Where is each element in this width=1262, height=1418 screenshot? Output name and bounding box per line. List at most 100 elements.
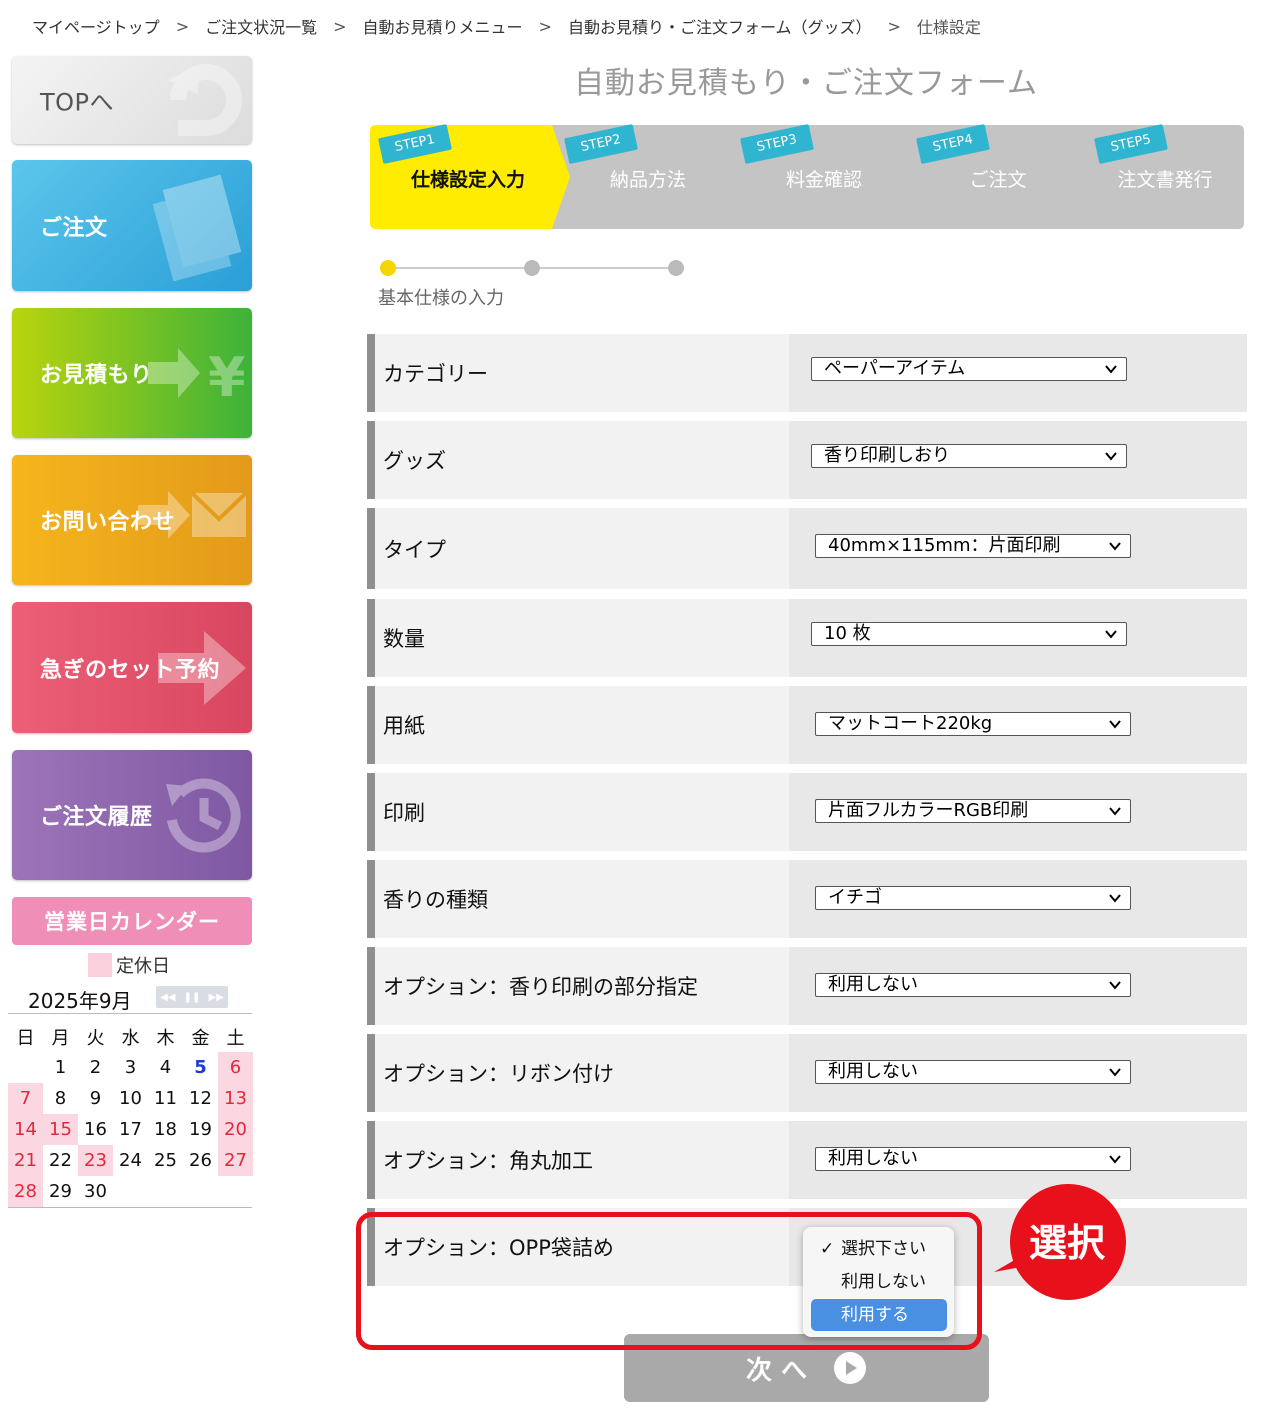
option-round-corner-select[interactable]: 利用しない [815,1147,1131,1171]
calendar-day: 23 [78,1145,113,1176]
sub-progress-dot [524,260,540,276]
step-label-order-sheet: 注文書発行 [1117,169,1213,191]
calendar-week: 14 15 16 17 18 19 20 [8,1114,253,1145]
history-clock-icon [166,778,241,853]
calendar-day: 13 [218,1083,253,1114]
printing-select-value: 片面フルカラーRGB印刷 [828,800,1029,821]
breadcrumb-separator: > [887,16,901,36]
calendar-day [8,1052,43,1083]
row-input-area: 40mm×115mm：片面印刷 [789,508,1247,589]
weekday-mon: 月 [51,1028,70,1049]
dropdown-option-label: 利用しない [841,1272,926,1292]
opp-bag-dropdown[interactable]: ✓ 選択下さい 利用しない 利用する [803,1227,954,1337]
category-select[interactable]: ペーパーアイテム [811,357,1127,381]
sidebar-top-label: TOPへ [40,88,115,117]
chevron-down-icon [1109,894,1121,903]
sidebar-contact-button[interactable]: お問い合わせ [12,455,252,585]
calendar-nav-controls[interactable]: ◀◀ ❚❚ ▶▶ [156,986,228,1008]
paper-select[interactable]: マットコート220kg [815,712,1131,736]
breadcrumb-separator: > [538,16,552,36]
printing-label: 印刷 [383,801,425,825]
calendar-day [218,1176,253,1207]
paper-label: 用紙 [383,714,425,738]
calendar-week: 1 2 3 4 5 6 [8,1052,253,1083]
calendar-day: 7 [8,1083,43,1114]
checkmark-icon: ✓ [820,1239,835,1259]
dropdown-option-use[interactable]: 利用する [811,1299,947,1331]
row-input-area: ペーパーアイテム [789,334,1247,412]
calendar-day: 27 [218,1145,253,1176]
weekday-tue: 火 [86,1028,105,1049]
calendar-day: 12 [189,1088,212,1109]
sidebar-rush-reservation-button[interactable]: 急ぎのセット予約 [12,602,252,733]
quantity-label: 数量 [383,627,425,651]
option-opp-bag-label: オプション：OPP袋詰め [383,1236,614,1260]
breadcrumb-mypage-top[interactable]: マイページトップ [32,14,160,38]
form-row-category: カテゴリー ペーパーアイテム [367,334,1247,412]
weekday-sun: 日 [16,1028,35,1049]
document-icon [152,174,242,281]
sidebar-order-history-button[interactable]: ご注文履歴 [12,750,252,880]
category-label: カテゴリー [383,362,488,386]
calendar-day: 17 [119,1119,142,1140]
chevron-down-icon [1109,720,1121,729]
calendar-weekday-row: 日 月 火 水 木 金 土 [8,1022,253,1052]
calendar-next-icon[interactable]: ▶▶ [209,992,224,1003]
option-ribbon-label: オプション：リボン付け [383,1062,614,1086]
breadcrumb-spec-settings: 仕様設定 [916,18,981,37]
scent-type-select[interactable]: イチゴ [815,886,1131,910]
breadcrumb-estimate-menu[interactable]: 自動お見積りメニュー [363,14,523,38]
calendar-day: 10 [119,1088,142,1109]
calendar-day: 9 [89,1088,102,1109]
category-select-value: ペーパーアイテム [824,358,966,379]
step-indicator: STEP1 STEP2 STEP3 STEP4 STEP5 仕様設定入力 納品方… [370,124,1244,229]
row-input-area: 利用しない [789,947,1247,1025]
quantity-select[interactable]: 10 枚 [811,622,1127,646]
type-select[interactable]: 40mm×115mm：片面印刷 [815,534,1131,558]
calendar-grid: 日 月 火 水 木 金 土 1 2 3 4 5 6 7 8 9 10 11 12… [8,1022,253,1207]
calendar-day: 26 [189,1150,212,1171]
calendar-day: 5 [194,1057,207,1078]
dropdown-option-not-use[interactable]: 利用しない [811,1266,947,1298]
calendar-legend-label: 定休日 [116,956,170,977]
calendar-day: 28 [8,1176,43,1207]
goods-select[interactable]: 香り印刷しおり [811,444,1127,468]
chevron-down-icon [1109,807,1121,816]
calendar-divider [8,1207,252,1208]
dropdown-option-label: 利用する [841,1305,909,1325]
scent-type-label: 香りの種類 [383,888,488,912]
printing-select[interactable]: 片面フルカラーRGB印刷 [815,799,1131,823]
calendar-day: 21 [8,1145,43,1176]
chevron-down-icon [1109,542,1121,551]
row-input-area: イチゴ [789,860,1247,938]
dropdown-option-please-select[interactable]: ✓ 選択下さい [811,1233,947,1265]
quantity-select-value: 10 枚 [824,623,871,644]
breadcrumb-goods-form[interactable]: 自動お見積り・ご注文フォーム（グッズ） [568,14,872,38]
step-label-spec-input: 仕様設定入力 [410,169,525,191]
option-ribbon-select[interactable]: 利用しない [815,1060,1131,1084]
next-button[interactable]: 次 へ [624,1334,989,1402]
calendar-day [148,1176,183,1207]
chevron-down-icon [1109,1155,1121,1164]
dropdown-option-label: 選択下さい [841,1239,926,1259]
sidebar-top-button[interactable]: TOPへ [12,56,252,144]
calendar-pause-icon[interactable]: ❚❚ [184,992,201,1003]
sidebar-estimate-button[interactable]: お見積もり ¥ [12,308,252,438]
breadcrumb-order-status[interactable]: ご注文状況一覧 [205,14,317,38]
chevron-down-icon [1109,981,1121,990]
breadcrumb: マイページトップ > ご注文状況一覧 > 自動お見積りメニュー > 自動お見積り… [32,14,981,38]
calendar-day [113,1176,148,1207]
calendar-day: 16 [84,1119,107,1140]
sidebar-order-button[interactable]: ご注文 [12,160,252,291]
step-label-delivery: 納品方法 [609,169,686,191]
calendar-day: 19 [189,1119,212,1140]
play-circle-icon [834,1352,867,1384]
calendar-prev-icon[interactable]: ◀◀ [160,992,175,1003]
form-row-paper: 用紙 マットコート220kg [367,686,1247,764]
calendar-day: 8 [54,1088,67,1109]
calendar-day: 1 [54,1057,67,1078]
option-scent-partial-select[interactable]: 利用しない [815,973,1131,997]
annotation-callout-text: 選択 [1028,1221,1105,1265]
sidebar-rush-label: 急ぎのセット予約 [40,657,221,683]
scent-type-select-value: イチゴ [828,887,882,908]
